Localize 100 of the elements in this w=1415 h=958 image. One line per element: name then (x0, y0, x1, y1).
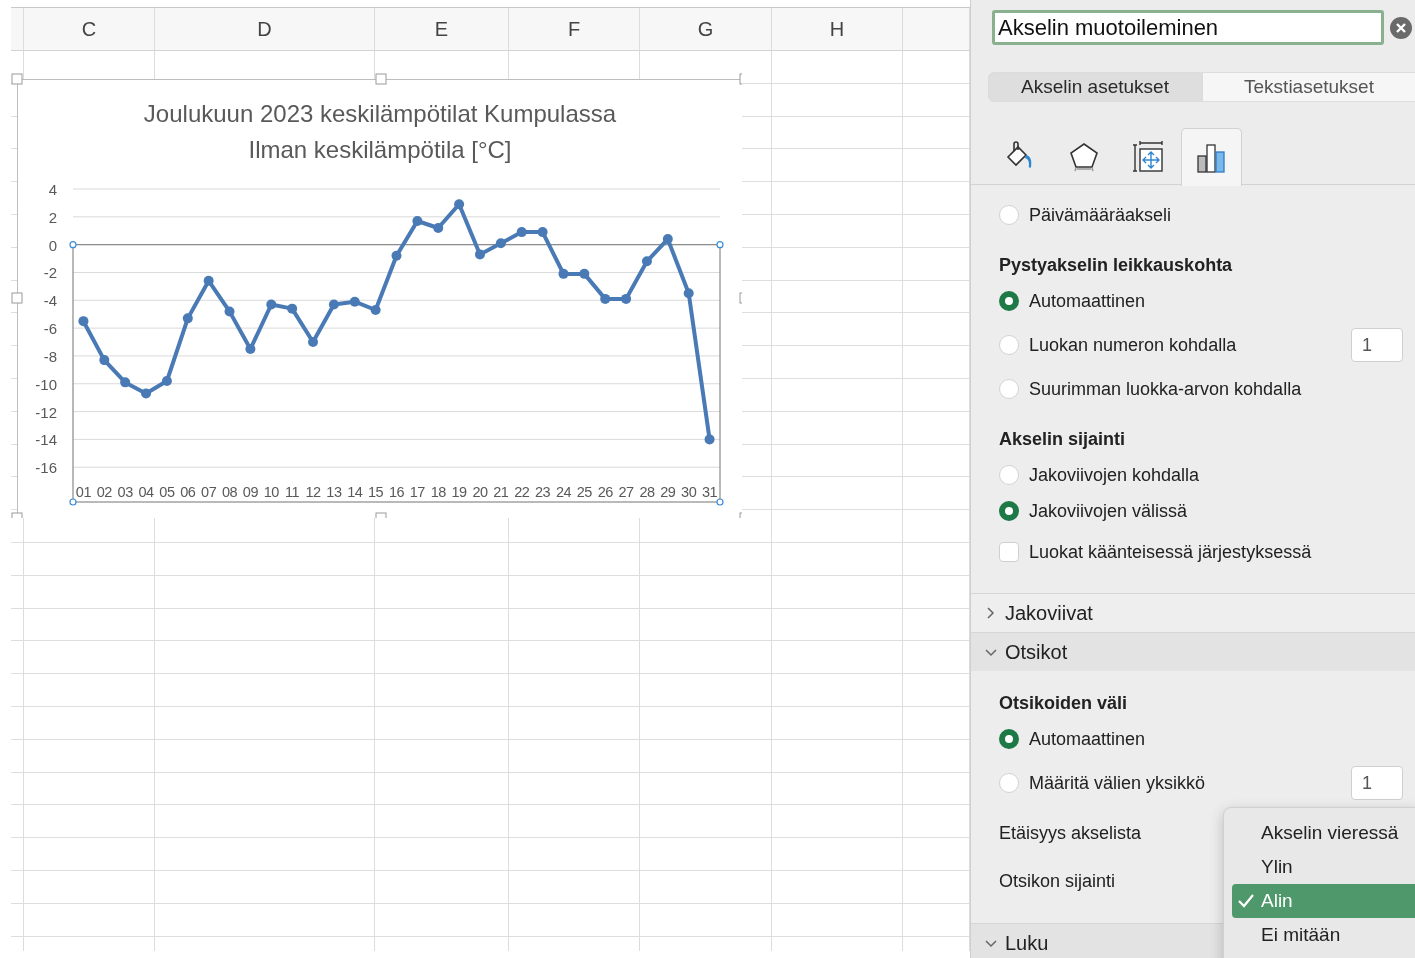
pentagon-icon (1067, 141, 1100, 173)
axis-label: -12 (35, 403, 57, 421)
data-point (641, 256, 652, 267)
chevron-down-icon (985, 646, 997, 658)
axis-label: 02 (96, 484, 112, 500)
axis-label: 0 (48, 236, 57, 254)
axis-label: 17 (409, 484, 425, 500)
axis-label: 09 (242, 484, 258, 500)
option-label: Jakoviivojen kohdalla (1029, 464, 1200, 486)
axis-label: 10 (263, 484, 279, 500)
data-point (245, 344, 256, 354)
close-icon[interactable] (1390, 16, 1412, 39)
data-point (287, 303, 298, 314)
axis-label: 14 (347, 484, 363, 500)
option-label: Määritä välien yksikkö (1029, 772, 1206, 794)
data-point (349, 296, 360, 307)
section-header[interactable]: Otsikot (971, 632, 1415, 671)
selection-handle[interactable] (716, 241, 724, 249)
number-field[interactable]: 1 (1351, 328, 1403, 362)
resize-handle[interactable] (739, 292, 742, 304)
data-point (224, 306, 235, 317)
tab[interactable]: Tekstiasetukset (1202, 72, 1415, 102)
data-point (683, 288, 694, 299)
axis-label: -10 (35, 375, 57, 393)
axis-label: 2 (48, 208, 57, 226)
axis-label: 03 (117, 484, 133, 500)
axis-label: 13 (326, 484, 342, 500)
data-point (78, 316, 89, 327)
data-point (558, 268, 569, 279)
data-point (161, 375, 172, 386)
data-point (475, 249, 485, 260)
selection-handle[interactable] (69, 241, 77, 249)
data-point (370, 305, 381, 316)
axis-label: 22 (514, 484, 530, 500)
axis-label: -4 (43, 292, 57, 310)
checkbox[interactable] (999, 542, 1019, 562)
resize-handle[interactable] (11, 292, 23, 304)
tab[interactable]: Akselin asetukset (988, 72, 1202, 102)
data-point (579, 268, 590, 279)
axis-label: -2 (43, 264, 57, 282)
column-header[interactable]: D (155, 8, 375, 50)
pane-title[interactable]: Akselin muotoileminen (992, 10, 1384, 45)
axis-label: 24 (555, 484, 572, 500)
resize-handle[interactable] (11, 73, 23, 85)
number-field[interactable]: 1 (1351, 766, 1403, 800)
data-point (203, 275, 214, 286)
selection-handle[interactable] (69, 498, 77, 506)
resize-handle[interactable] (375, 512, 387, 518)
radio-button[interactable] (999, 729, 1019, 749)
column-header[interactable]: E (375, 8, 509, 50)
check-icon (1238, 894, 1254, 908)
axis-label: 25 (576, 484, 592, 500)
data-point (120, 377, 131, 388)
column-header[interactable]: C (24, 8, 155, 50)
radio-button[interactable] (999, 501, 1019, 521)
resize-handle[interactable] (739, 512, 742, 518)
axis-label: 21 (493, 484, 509, 500)
bar-chart-icon (1195, 141, 1228, 174)
size-arrows-icon (1131, 141, 1164, 173)
chart-subtitle: Ilman keskilämpötila [°C] (248, 136, 512, 163)
data-point (391, 250, 402, 261)
axis-label: 28 (639, 484, 655, 500)
menu-item[interactable]: Akselin vieressä (1224, 816, 1415, 850)
axis-label: 11 (285, 484, 300, 500)
axis-selection-frame[interactable] (72, 244, 721, 503)
data-point (516, 227, 527, 238)
data-point (621, 293, 632, 304)
column-header[interactable]: G (640, 8, 772, 50)
option-label: Päivämääräakseli (1029, 204, 1172, 226)
resize-handle[interactable] (11, 512, 23, 518)
option-label: Automaattinen (1029, 728, 1146, 750)
data-point (141, 388, 152, 399)
axis-label: -16 (35, 459, 57, 477)
option-label: Luokan numeron kohdalla (1029, 334, 1237, 356)
data-point (182, 313, 193, 324)
radio-button[interactable] (999, 291, 1019, 311)
menu-item[interactable]: Ylin (1224, 850, 1415, 884)
section-heading: Otsikoiden väli (998, 691, 1129, 715)
selection-handle[interactable] (716, 498, 724, 506)
option-label: Suurimman luokka-arvon kohdalla (1029, 378, 1302, 400)
menu-item[interactable]: Ei mitään (1224, 918, 1415, 952)
data-point (495, 238, 506, 249)
axis-label: 16 (388, 484, 405, 500)
data-point (328, 299, 339, 310)
resize-handle[interactable] (375, 73, 387, 85)
axis-label: 31 (702, 484, 718, 500)
section-title: Luku (1005, 931, 1049, 955)
field-label: Etäisyys akselista (999, 822, 1142, 844)
chevron-down-icon (985, 937, 997, 949)
column-header[interactable]: H (772, 8, 903, 50)
data-point (433, 222, 444, 233)
data-point (662, 234, 673, 245)
resize-handle[interactable] (739, 73, 742, 85)
option-label: Automaattinen (1029, 290, 1146, 312)
column-header[interactable]: F (509, 8, 640, 50)
axis-label: 4 (48, 181, 57, 198)
icon-tab[interactable] (1181, 128, 1242, 186)
data-point (308, 337, 318, 347)
axis-label: -8 (43, 347, 57, 365)
chart-title: Joulukuun 2023 keskilämpötilat Kumpulassa (143, 100, 617, 127)
